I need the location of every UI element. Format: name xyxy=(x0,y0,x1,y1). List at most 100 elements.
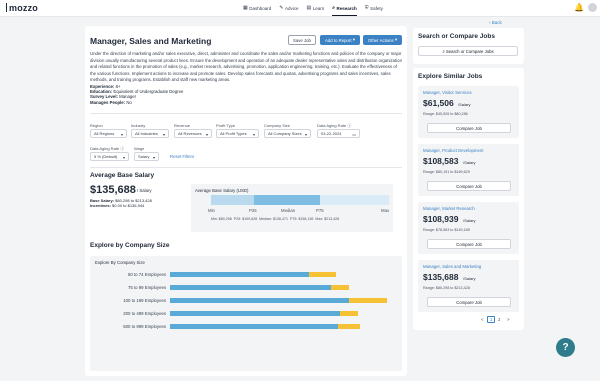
company-size-select[interactable]: All Company Sizes ▾ xyxy=(264,129,311,138)
similar-job-range: Range: $45,526 to $80,286 xyxy=(423,112,468,116)
salary-range-chart: Average Base Salary (USD) Min P25 Median… xyxy=(191,184,393,232)
job-detail-card: Manager, Sales and Marketing Save Job Ad… xyxy=(85,26,407,376)
nav-research[interactable]: ⌕ Research xyxy=(332,5,357,16)
back-link[interactable]: ‹ Back xyxy=(489,20,502,25)
bell-icon[interactable]: 🔔 xyxy=(574,3,584,12)
chevron-down-icon: ▾ xyxy=(205,131,208,137)
company-size-bar-base xyxy=(170,311,341,316)
similar-job-title[interactable]: Manager, Visitor Services xyxy=(423,90,472,95)
learn-icon: ▤ xyxy=(306,5,312,11)
compare-job-button[interactable]: Compare Job xyxy=(427,181,511,191)
company-size-bar-incentive xyxy=(349,298,388,303)
range-min-p25 xyxy=(211,195,254,205)
question-icon: ? xyxy=(562,342,569,353)
range-label-p25: P25 xyxy=(249,208,257,213)
aging-rate-select[interactable]: 5 % (Default) ▾ xyxy=(90,152,129,161)
range-label-max: Max xyxy=(381,208,390,213)
dashboard-icon: ▦ xyxy=(243,5,248,11)
nav-dashboard[interactable]: ▦ Dashboard xyxy=(243,5,271,11)
company-size-row-label: 200 to 499 Employees xyxy=(123,310,166,316)
avg-salary-unit: / Salary xyxy=(137,188,152,193)
similar-job-salary: $108,583 xyxy=(423,156,459,166)
compare-job-button[interactable]: Compare Job xyxy=(427,123,511,133)
similar-job-unit: /Salary xyxy=(463,218,476,223)
wage-select[interactable]: Salary ▾ xyxy=(134,152,159,161)
similar-job-title[interactable]: Manager, Sales and Marketing xyxy=(423,264,481,269)
aging-date-input[interactable]: 03-22-2024 ▭ xyxy=(317,129,360,138)
region-select[interactable]: All Regions ▾ xyxy=(90,129,127,138)
info-icon[interactable]: ⓘ xyxy=(347,123,351,128)
compare-job-button[interactable]: Compare Job xyxy=(427,239,511,249)
reset-filters-link[interactable]: Reset Filters xyxy=(170,154,194,159)
nav-safety[interactable]: ⛨ Safety xyxy=(365,5,383,11)
similar-job-salary: $135,688 xyxy=(423,272,459,282)
range-p25-p75 xyxy=(254,195,320,205)
page-title: Manager, Sales and Marketing xyxy=(90,36,212,46)
range-label-p75: P75 xyxy=(316,208,324,213)
safety-icon: ⛨ xyxy=(364,5,369,11)
salary-breakdown: Base Salary: $80,298 to $213,428 Incenti… xyxy=(90,198,152,209)
add-to-report-button[interactable]: Add to Report ▾ xyxy=(320,35,360,45)
industry-select[interactable]: All Industries ▾ xyxy=(131,129,169,138)
job-facts: Experience: 8+ Education: Equivalent of … xyxy=(90,84,184,105)
profit-select[interactable]: All Profit Types ▾ xyxy=(216,129,259,138)
revenue-select[interactable]: All Revenues ▾ xyxy=(174,129,212,138)
industry-label: Industry xyxy=(131,123,146,128)
research-icon: ⌕ xyxy=(332,5,336,11)
avg-salary-amount: $135,688 xyxy=(90,184,136,196)
company-size-bar-incentive xyxy=(338,324,361,329)
search-compare-panel: Search or Compare Jobs ⌕ Search or Compa… xyxy=(413,28,524,64)
company-size-row-label: 50 to 74 Employees xyxy=(128,271,166,277)
chevron-down-icon: ▾ xyxy=(120,131,123,137)
company-size-bar-incentive xyxy=(331,285,350,290)
similar-job-card: Manager, Market Research $108,939 /Salar… xyxy=(418,202,519,254)
revenue-label: Revenue xyxy=(174,123,191,128)
similar-job-salary: $108,939 xyxy=(423,214,459,224)
company-size-bar-base xyxy=(170,324,338,329)
chevron-left-icon: ‹ xyxy=(489,20,491,25)
pager-next[interactable]: > xyxy=(507,317,510,322)
compare-job-button[interactable]: Compare Job xyxy=(427,297,511,307)
similar-job-range: Range: $78,563 to $149,189 xyxy=(423,228,470,232)
pager-prev[interactable]: < xyxy=(481,317,484,322)
save-job-button[interactable]: Save Job xyxy=(288,35,316,45)
chevron-down-icon: ▾ xyxy=(122,154,125,160)
similar-job-unit: /Salary xyxy=(458,102,471,107)
company-size-label: Company Size xyxy=(264,123,291,128)
company-size-row-label: 100 to 199 Employees xyxy=(123,297,166,303)
range-chart-title: Average Base Salary (USD) xyxy=(195,188,249,193)
similar-job-card: Manager, Visitor Services $61,506 /Salar… xyxy=(418,86,519,138)
company-size-row-label: 75 to 99 Employees xyxy=(128,284,166,290)
region-label: Region xyxy=(90,123,103,128)
search-compare-button[interactable]: ⌕ Search or Compare Jobs xyxy=(418,46,518,56)
similar-jobs-panel: Explore Similar Jobs Manager, Visitor Se… xyxy=(413,68,524,330)
nav-learn[interactable]: ▤ Learn xyxy=(306,5,324,11)
other-actions-button[interactable]: Other Actions ▾ xyxy=(363,35,402,45)
search-compare-title: Search or Compare Jobs xyxy=(418,33,495,40)
app-logo[interactable]: mozzo xyxy=(6,3,38,13)
nav-advice[interactable]: ✎ Advice xyxy=(279,5,298,11)
company-size-chart: Explore By Company Size 50 to 74 Employe… xyxy=(90,256,402,371)
range-label-median: Median xyxy=(281,208,296,213)
pager-page-1[interactable]: 1 xyxy=(487,316,496,323)
pager-page-2[interactable]: 2 xyxy=(498,317,500,322)
info-icon[interactable]: ⓘ xyxy=(120,146,124,151)
chevron-down-icon: ▾ xyxy=(394,37,398,42)
similar-job-title[interactable]: Manager, Product Development xyxy=(423,148,483,153)
similar-job-range: Range: $80,191 to $169,629 xyxy=(423,170,470,174)
avg-salary-heading: Average Base Salary xyxy=(90,172,155,179)
similar-job-title[interactable]: Manager, Market Research xyxy=(423,206,475,211)
range-label-min: Min xyxy=(208,208,215,213)
company-size-bar-base xyxy=(170,298,350,303)
similar-job-unit: /Salary xyxy=(463,160,476,165)
profit-label: Profit Type xyxy=(216,123,236,128)
divider xyxy=(90,113,402,114)
company-size-bar-incentive xyxy=(340,311,359,316)
company-size-bar-incentive xyxy=(308,272,336,277)
avatar[interactable] xyxy=(588,3,597,12)
top-navbar: mozzo ▦ Dashboard ✎ Advice ▤ Learn ⌕ Researc… xyxy=(0,0,600,17)
company-size-row-label: 500 to 999 Employees xyxy=(123,323,166,329)
chevron-down-icon: ▾ xyxy=(304,131,307,137)
help-button[interactable]: ? xyxy=(556,338,575,357)
similar-jobs-title: Explore Similar Jobs xyxy=(418,73,483,80)
